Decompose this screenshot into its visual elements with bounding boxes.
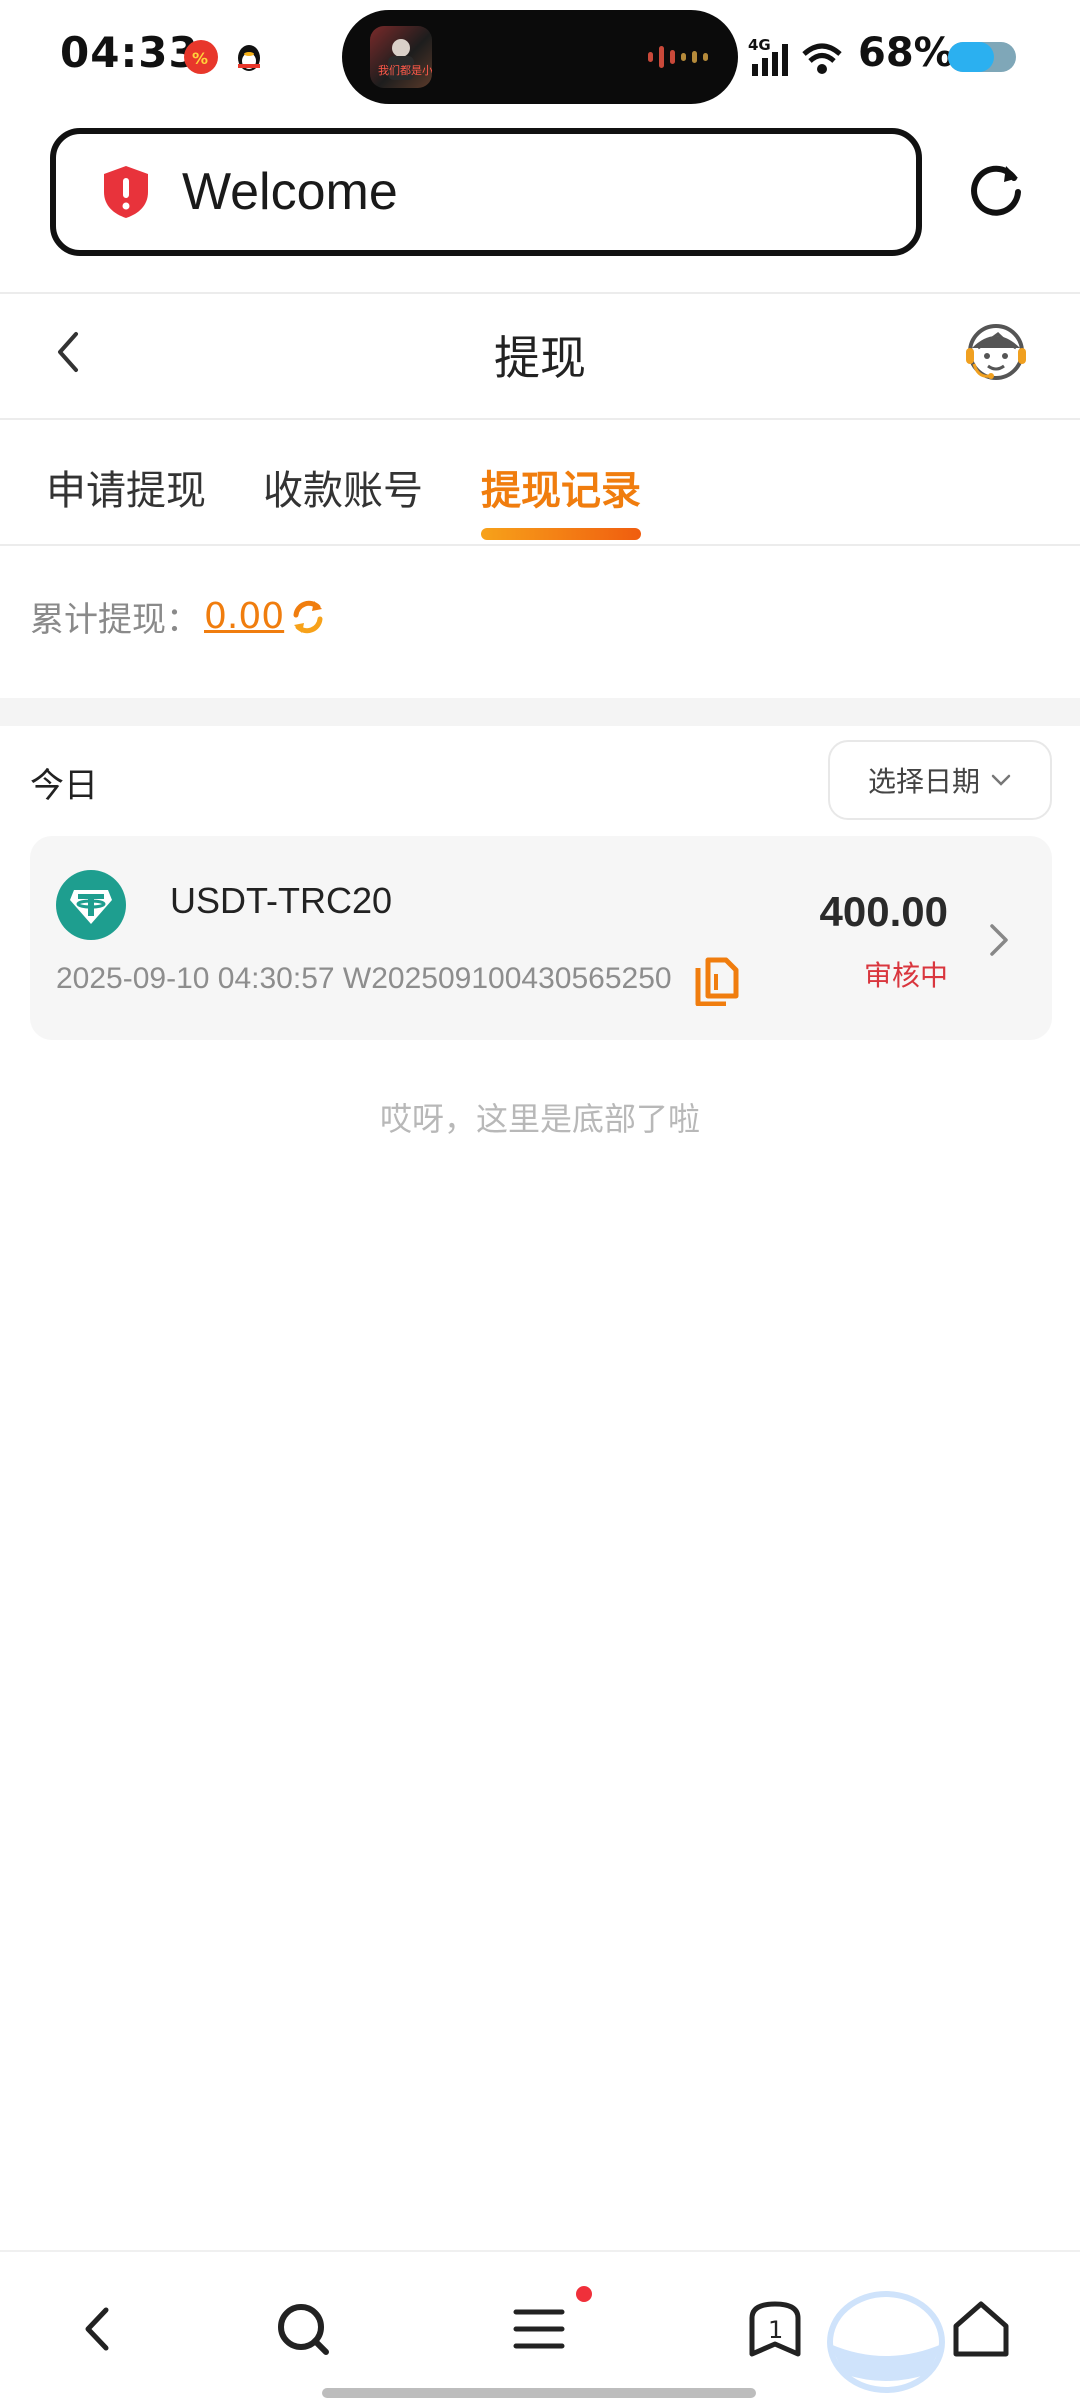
divider: [0, 418, 1080, 420]
battery-percent: 68%: [858, 30, 954, 76]
refresh-icon[interactable]: [288, 597, 328, 637]
dynamic-island[interactable]: 我们都是小行仔: [342, 10, 738, 104]
reload-icon[interactable]: [966, 160, 1026, 220]
tab-bar: 申请提现 收款账号 提现记录: [0, 448, 1080, 544]
status-time: 04:33: [60, 28, 199, 77]
active-tab-indicator: [481, 528, 641, 540]
address-bar[interactable]: Welcome: [50, 128, 922, 256]
tabs-icon[interactable]: 1: [742, 2296, 808, 2362]
battery-level-fill: [948, 42, 995, 72]
divider: [0, 292, 1080, 294]
status-badge: 审核中: [863, 959, 948, 992]
customer-service-icon[interactable]: [960, 318, 1032, 390]
date-picker-label: 选择日期: [867, 765, 980, 798]
total-withdraw-label: 累计提现：: [30, 600, 200, 640]
album-art-thumbnail: 我们都是小行仔: [370, 26, 455, 88]
battery-icon: [948, 42, 1016, 72]
tab-payee-account[interactable]: 收款账号: [263, 458, 423, 516]
record-order-id: W202509100430565250: [342, 962, 672, 995]
record-datetime: 2025-09-10 04:30:57: [56, 962, 335, 995]
bottom-navigation: 1: [0, 2250, 1080, 2400]
back-icon[interactable]: [68, 2296, 134, 2362]
tether-coin-icon: [56, 870, 126, 940]
status-bar: 04:33 % 我们都是小行仔 4G: [0, 0, 1080, 116]
total-withdraw-value[interactable]: 0.00: [204, 596, 284, 637]
mascot-icon: [827, 2291, 945, 2393]
tab-apply-withdraw[interactable]: 申请提现: [46, 458, 206, 516]
network-type: 4G: [748, 36, 771, 54]
notification-dot: [576, 2286, 592, 2302]
menu-icon[interactable]: [506, 2296, 572, 2362]
svg-text:%: %: [192, 49, 208, 68]
chevron-right-icon[interactable]: [988, 920, 1012, 960]
shield-alert-icon[interactable]: [100, 164, 152, 220]
cellular-signal-icon: 4G: [748, 36, 848, 84]
app-notification-icon: %: [184, 40, 218, 74]
coin-name: USDT-TRC20: [170, 880, 393, 921]
section-separator: [0, 698, 1080, 726]
home-indicator[interactable]: [322, 2388, 756, 2398]
record-meta: 2025-09-10 04:30:57 W202509100430565250: [56, 962, 672, 996]
date-group-label: 今日: [30, 766, 98, 806]
divider: [0, 544, 1080, 546]
tab-count: 1: [768, 2316, 783, 2344]
qq-penguin-icon: [232, 40, 266, 74]
copy-icon[interactable]: [694, 956, 740, 1006]
search-icon[interactable]: [270, 2296, 336, 2362]
audio-wave-icon: [648, 46, 708, 68]
withdraw-record-card[interactable]: USDT-TRC20 2025-09-10 04:30:57 W20250910…: [30, 836, 1052, 1040]
home-icon[interactable]: [948, 2296, 1014, 2362]
record-amount: 400.00: [819, 888, 948, 935]
page-title: 提现: [494, 331, 586, 385]
date-picker-button[interactable]: 选择日期: [828, 740, 1052, 820]
total-withdraw-row: 累计提现： 0.00: [30, 592, 328, 641]
chevron-down-icon: [991, 774, 1011, 786]
address-text[interactable]: Welcome: [182, 162, 398, 222]
end-of-list-note: 哎呀，这里是底部了啦: [379, 1100, 700, 1138]
island-thumb-text: 我们都是小行仔: [378, 63, 432, 77]
tab-withdraw-records[interactable]: 提现记录: [481, 458, 641, 516]
